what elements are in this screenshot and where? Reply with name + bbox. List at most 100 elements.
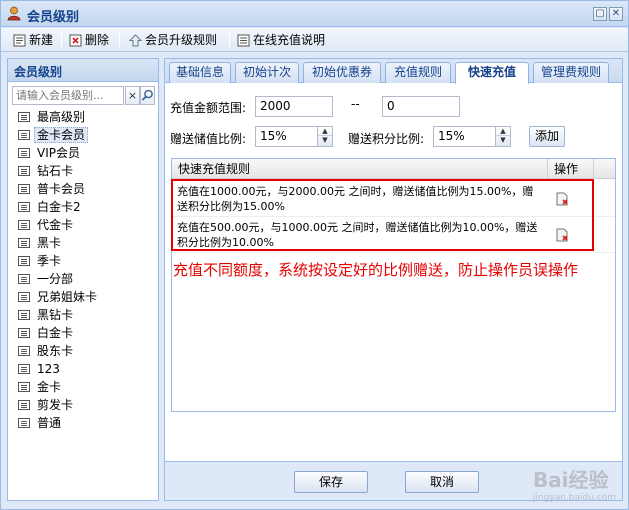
tree-item[interactable]: 季卡 (8, 252, 158, 270)
points-ratio-value: 15% (438, 129, 465, 143)
online-recharge-button[interactable]: 在线充值说明 (237, 31, 325, 49)
level-node-icon (18, 256, 30, 266)
tree-item[interactable]: 最高级别 (8, 108, 158, 126)
upgrade-rules-label: 会员升级规则 (145, 33, 218, 47)
upgrade-rules-button[interactable]: 会员升级规则 (129, 31, 217, 49)
level-node-icon (18, 310, 30, 320)
search-button[interactable] (140, 86, 155, 105)
tree-item[interactable]: 黑卡 (8, 234, 158, 252)
range-max-field[interactable]: 0 (382, 96, 460, 117)
tree-item-label: 剪发卡 (37, 398, 74, 412)
member-level-window: 会员级别 ▢ ✕ 新建 删除 会员升级规则 在线充值说明 会员级别 请输入会员级… (0, 0, 629, 510)
stored-ratio-value: 15% (260, 129, 287, 143)
new-button[interactable]: 新建 (13, 31, 53, 49)
level-node-icon (18, 220, 30, 230)
watermark-main: Bai经验 (532, 468, 609, 492)
points-ratio-spinner[interactable]: ▲ ▼ (495, 127, 510, 146)
tab-quick-recharge[interactable]: 快速充值 (455, 62, 529, 84)
tree-item-label: 白金卡 (37, 326, 74, 340)
highlight-box (171, 179, 594, 251)
delete-button[interactable]: 删除 (69, 31, 109, 49)
tree-item[interactable]: 一分部 (8, 270, 158, 288)
close-button[interactable]: ✕ (609, 7, 623, 21)
level-node-icon (18, 274, 30, 284)
save-button[interactable]: 保存 (294, 471, 368, 493)
window-title: 会员级别 (27, 10, 80, 25)
column-header-operation[interactable]: 操作 (548, 159, 594, 179)
tree-item[interactable]: VIP会员 (8, 144, 158, 162)
tree-item[interactable]: 白金卡2 (8, 198, 158, 216)
tree-item[interactable]: 普通 (8, 414, 158, 432)
tree-item-label: 最高级别 (37, 110, 86, 124)
spin-down-icon[interactable]: ▼ (496, 136, 510, 145)
tab-strip: 基础信息 初始计次 初始优惠券 充值规则 快速充值 管理费规则 (165, 59, 622, 84)
tab-management-fee[interactable]: 管理费规则 (533, 62, 609, 83)
tree-item-label: 一分部 (37, 272, 74, 286)
tree-item-label: 金卡 (37, 380, 62, 394)
spin-down-icon[interactable]: ▼ (318, 136, 332, 145)
level-node-icon (18, 184, 30, 194)
search-icon (141, 89, 153, 101)
clear-search-button[interactable]: × (125, 86, 140, 105)
online-recharge-label: 在线充值说明 (253, 33, 326, 47)
title-bar: 会员级别 ▢ ✕ (1, 1, 628, 27)
watermark: Bai经验 jingyan.baidu.com (533, 464, 616, 503)
new-icon (13, 34, 26, 47)
watermark-sub: jingyan.baidu.com (532, 493, 616, 503)
tab-initial-coupon[interactable]: 初始优惠券 (303, 62, 381, 83)
tree-item[interactable]: 兄弟姐妹卡 (8, 288, 158, 306)
cancel-button[interactable]: 取消 (405, 471, 479, 493)
points-ratio-label: 赠送积分比例: (348, 132, 425, 146)
tree-item[interactable]: 白金卡 (8, 324, 158, 342)
stored-ratio-spinner[interactable]: ▲ ▼ (317, 127, 332, 146)
tab-recharge-rules[interactable]: 充值规则 (385, 62, 451, 83)
upgrade-icon (129, 34, 142, 47)
tree-item-label: 黑钻卡 (37, 308, 74, 322)
spin-up-icon[interactable]: ▲ (496, 127, 510, 136)
range-min-field[interactable]: 2000 (255, 96, 333, 117)
delete-icon (69, 34, 82, 47)
tree-item[interactable]: 黑钻卡 (8, 306, 158, 324)
tab-initial-count[interactable]: 初始计次 (235, 62, 299, 83)
toolbar-separator (119, 32, 120, 48)
delete-label: 删除 (85, 33, 110, 47)
tab-basic-info[interactable]: 基础信息 (169, 62, 231, 83)
tree-item[interactable]: 股东卡 (8, 342, 158, 360)
level-node-icon (18, 418, 30, 428)
tree-item[interactable]: 钻石卡 (8, 162, 158, 180)
tree-item-label: 普通 (37, 416, 62, 430)
column-header-rule[interactable]: 快速充值规则 (172, 159, 548, 179)
tree-item-label: 季卡 (37, 254, 62, 268)
tree-item[interactable]: 代金卡 (8, 216, 158, 234)
level-node-icon (18, 328, 30, 338)
minimize-button[interactable]: ▢ (593, 7, 607, 21)
spin-up-icon[interactable]: ▲ (318, 127, 332, 136)
tree-item-label: 兄弟姐妹卡 (37, 290, 98, 304)
points-ratio-field[interactable]: 15% ▲ ▼ (433, 126, 511, 147)
sidebar-header: 会员级别 (8, 59, 158, 82)
tree-item-selected[interactable]: 金卡会员 (8, 126, 158, 144)
tree-item[interactable]: 123 (8, 360, 158, 378)
level-node-icon (18, 382, 30, 392)
range-separator: -- (351, 97, 360, 111)
tree-item[interactable]: 剪发卡 (8, 396, 158, 414)
app-person-icon (7, 6, 21, 21)
add-button[interactable]: 添加 (529, 126, 565, 147)
tree-item-label: VIP会员 (37, 146, 80, 160)
toolbar-separator (229, 32, 230, 48)
level-node-icon (18, 364, 30, 374)
level-node-icon (18, 202, 30, 212)
tree-item[interactable]: 普卡会员 (8, 180, 158, 198)
tree-item[interactable]: 金卡 (8, 378, 158, 396)
stored-ratio-field[interactable]: 15% ▲ ▼ (255, 126, 333, 147)
level-node-icon (18, 166, 30, 176)
toolbar: 新建 删除 会员升级规则 在线充值说明 (1, 28, 628, 52)
level-node-icon (18, 148, 30, 158)
member-level-tree: 最高级别 金卡会员 VIP会员 钻石卡 普卡会员 白金卡2 代金卡 黑卡 季卡 … (8, 108, 158, 432)
grid-header: 快速充值规则 操作 (172, 159, 615, 179)
level-node-icon (18, 346, 30, 356)
stored-ratio-label: 赠送储值比例: (170, 132, 247, 146)
range-label: 充值金额范围: (170, 101, 247, 115)
search-input[interactable] (12, 86, 124, 105)
tree-item-label: 金卡会员 (34, 127, 89, 143)
